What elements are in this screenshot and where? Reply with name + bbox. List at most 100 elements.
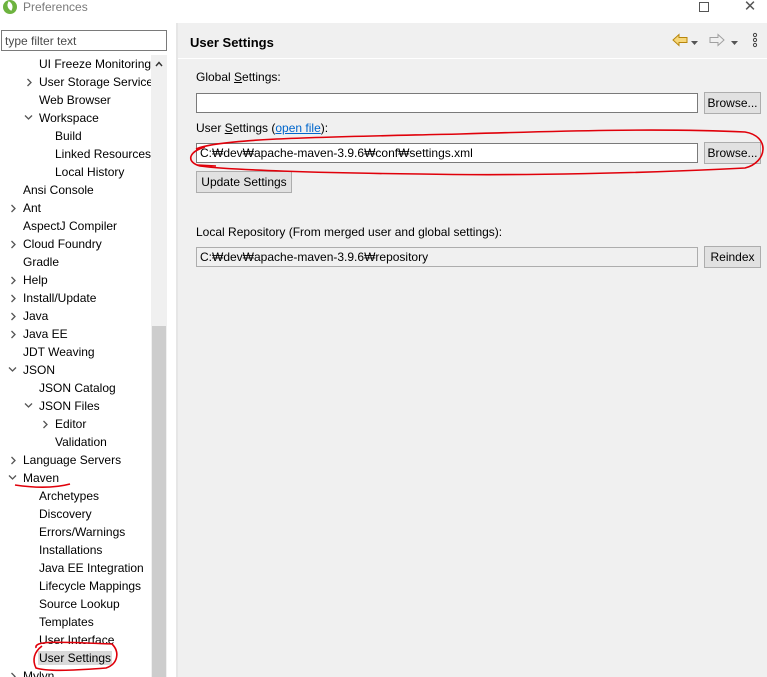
back-menu-icon[interactable] bbox=[691, 35, 698, 51]
preferences-nav-pane: UI Freeze Monitoring User Storage Service… bbox=[0, 23, 176, 677]
open-file-link[interactable]: open file bbox=[275, 121, 320, 135]
chevron-right-icon[interactable] bbox=[8, 271, 18, 289]
tree-item-label: Linked Resources bbox=[55, 147, 152, 161]
tree-item-label: Templates bbox=[39, 615, 94, 629]
tree-item[interactable]: Discovery bbox=[24, 505, 93, 523]
chevron-right-icon[interactable] bbox=[8, 307, 18, 325]
tree-item[interactable]: JSON Catalog bbox=[24, 379, 117, 397]
global-settings-label: Global Settings: bbox=[196, 70, 281, 84]
global-settings-browse-button[interactable]: Browse... bbox=[704, 92, 761, 114]
chevron-right-icon[interactable] bbox=[8, 667, 18, 677]
chevron-right-icon[interactable] bbox=[24, 73, 34, 91]
tree-item[interactable]: Build bbox=[40, 127, 83, 145]
tree-item[interactable]: User Settings bbox=[24, 649, 113, 667]
tree-item[interactable]: JDT Weaving bbox=[8, 343, 96, 361]
chevron-right-icon[interactable] bbox=[8, 451, 18, 469]
close-button[interactable]: ✕ bbox=[730, 0, 767, 16]
tree-item-label: Installations bbox=[39, 543, 103, 557]
tree-item-label: Java EE Integration bbox=[39, 561, 144, 575]
tree-item[interactable]: Gradle bbox=[8, 253, 60, 271]
tree-item-label: Install/Update bbox=[23, 291, 97, 305]
tree-item-label: Ant bbox=[23, 201, 42, 215]
tree-item-label: Maven bbox=[23, 471, 60, 485]
tree-item[interactable]: Ansi Console bbox=[8, 181, 95, 199]
tree-item[interactable]: User Storage Service bbox=[24, 73, 154, 91]
tree-item[interactable]: UI Freeze Monitoring bbox=[24, 55, 152, 73]
tree-item-label: Cloud Foundry bbox=[23, 237, 102, 251]
tree-item[interactable]: Linked Resources bbox=[40, 145, 152, 163]
tree-item[interactable]: Ant bbox=[8, 199, 42, 217]
chevron-right-icon[interactable] bbox=[40, 415, 50, 433]
tree-item[interactable]: Java bbox=[8, 307, 49, 325]
tree-item[interactable]: Archetypes bbox=[24, 487, 100, 505]
global-settings-input[interactable] bbox=[196, 93, 698, 113]
tree-item[interactable]: Lifecycle Mappings bbox=[24, 577, 142, 595]
reindex-button[interactable]: Reindex bbox=[704, 246, 761, 268]
tree-item[interactable]: Help bbox=[8, 271, 49, 289]
tree-item[interactable]: Cloud Foundry bbox=[8, 235, 103, 253]
tree-item-label: JSON Catalog bbox=[39, 381, 116, 395]
tree-item[interactable]: Source Lookup bbox=[24, 595, 121, 613]
forward-menu-icon[interactable] bbox=[731, 35, 738, 51]
tree-item-label: Java EE bbox=[23, 327, 68, 341]
tree-item[interactable]: AspectJ Compiler bbox=[8, 217, 118, 235]
app-icon bbox=[3, 0, 17, 14]
tree-item[interactable]: Workspace bbox=[24, 109, 100, 127]
tree-item-label: Editor bbox=[55, 417, 87, 431]
chevron-right-icon[interactable] bbox=[8, 235, 18, 253]
tree-item[interactable]: Editor bbox=[40, 415, 87, 433]
tree-item-label: User Settings bbox=[38, 651, 113, 665]
tree-item-label: User Interface bbox=[39, 633, 115, 647]
title-bar: Preferences ✕ bbox=[0, 0, 767, 18]
back-button[interactable] bbox=[672, 33, 688, 49]
tree-scrollbar-thumb[interactable] bbox=[152, 326, 166, 677]
scroll-up-icon[interactable] bbox=[155, 59, 163, 70]
chevron-right-icon[interactable] bbox=[8, 199, 18, 217]
chevron-right-icon[interactable] bbox=[8, 289, 18, 307]
maximize-button[interactable] bbox=[684, 0, 724, 16]
forward-button[interactable] bbox=[709, 33, 725, 49]
tree-item-label: JDT Weaving bbox=[23, 345, 95, 359]
tree-item-label: Local History bbox=[55, 165, 125, 179]
tree-item-label: AspectJ Compiler bbox=[23, 219, 118, 233]
tree-item[interactable]: Local History bbox=[40, 163, 125, 181]
chevron-down-icon[interactable] bbox=[24, 109, 34, 127]
update-settings-button[interactable]: Update Settings bbox=[196, 171, 292, 193]
tree-item[interactable]: JSON bbox=[8, 361, 56, 379]
user-settings-label: User Settings (open file): bbox=[196, 121, 329, 135]
tree-item-label: Help bbox=[23, 273, 48, 287]
tree-item[interactable]: User Interface bbox=[24, 631, 115, 649]
chevron-down-icon[interactable] bbox=[8, 469, 18, 487]
back-arrow-icon bbox=[672, 33, 688, 47]
chevron-right-icon[interactable] bbox=[8, 325, 18, 343]
filter-input[interactable] bbox=[1, 30, 167, 51]
tree-item-label: JSON bbox=[23, 363, 56, 377]
tree-item-label: Ansi Console bbox=[23, 183, 94, 197]
user-settings-browse-button[interactable]: Browse... bbox=[704, 142, 761, 164]
tree-item[interactable]: Web Browser bbox=[24, 91, 112, 109]
tree-item[interactable]: Language Servers bbox=[8, 451, 122, 469]
tree-item-label: Archetypes bbox=[39, 489, 100, 503]
tree-item-label: User Storage Service bbox=[39, 75, 154, 89]
tree-item[interactable]: Java EE Integration bbox=[24, 559, 145, 577]
tree-item[interactable]: Maven bbox=[8, 469, 60, 487]
view-menu-icon[interactable] bbox=[752, 32, 758, 48]
tree-item-label: Errors/Warnings bbox=[39, 525, 126, 539]
tree-item[interactable]: Java EE bbox=[8, 325, 69, 343]
local-repository-field: C:₩dev₩apache-maven-3.9.6₩repository bbox=[196, 247, 698, 267]
chevron-down-icon[interactable] bbox=[24, 397, 34, 415]
tree-item-label: Gradle bbox=[23, 255, 60, 269]
header-divider bbox=[178, 58, 767, 59]
tree-item-label: Source Lookup bbox=[39, 597, 120, 611]
tree-item[interactable]: Install/Update bbox=[8, 289, 97, 307]
tree-item[interactable]: Validation bbox=[40, 433, 108, 451]
tree-item[interactable]: JSON Files bbox=[24, 397, 101, 415]
tree-item[interactable]: Templates bbox=[24, 613, 95, 631]
tree-item[interactable]: Errors/Warnings bbox=[24, 523, 126, 541]
tree-item-label: Java bbox=[23, 309, 49, 323]
user-settings-input[interactable]: C:₩dev₩apache-maven-3.9.6₩conf₩settings.… bbox=[196, 143, 698, 163]
chevron-down-icon[interactable] bbox=[8, 361, 18, 379]
tree-item[interactable]: Installations bbox=[24, 541, 103, 559]
tree-item[interactable]: Mylyn bbox=[8, 667, 55, 677]
settings-page: User Settings Global Settings: Browse...… bbox=[178, 23, 767, 677]
